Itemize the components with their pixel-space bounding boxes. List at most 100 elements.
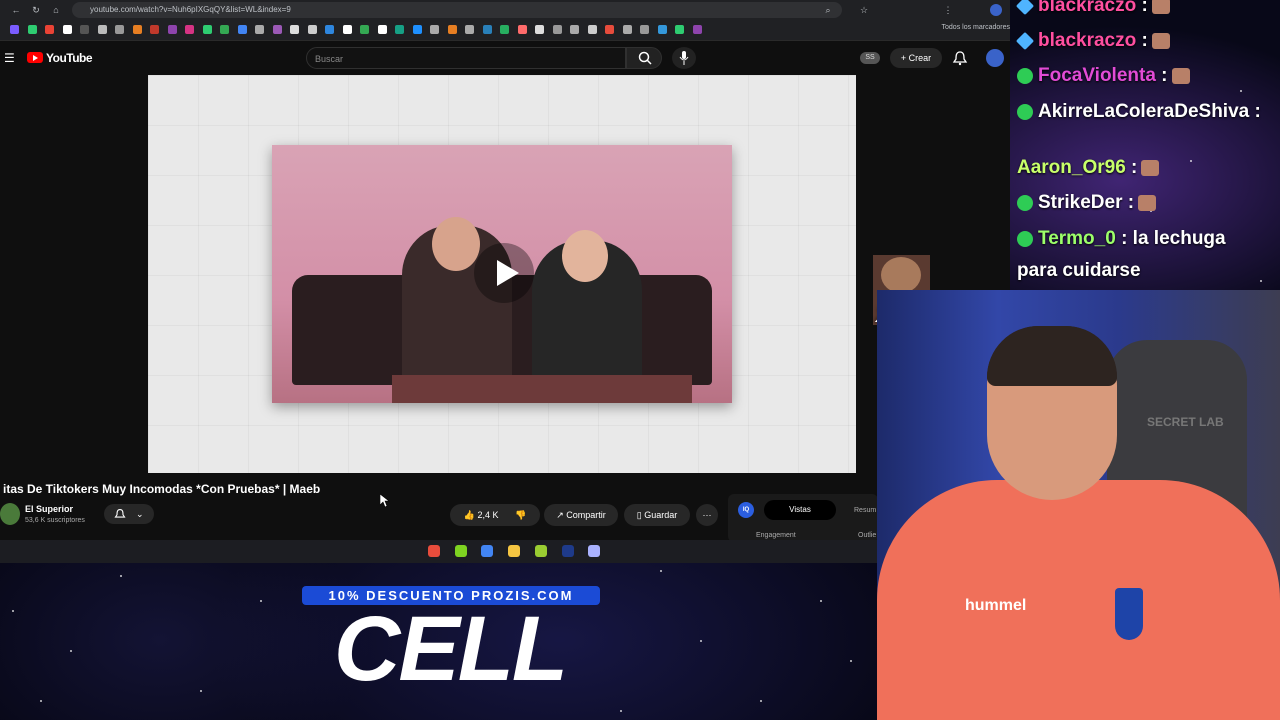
bookmark-favicon-icon[interactable] bbox=[482, 25, 492, 34]
chat-message: Aaron_Or96 : bbox=[1017, 157, 1160, 179]
taskbar-app-icon[interactable] bbox=[481, 545, 494, 557]
bookmark-favicon-icon[interactable] bbox=[220, 25, 229, 34]
taskbar-app-icon[interactable] bbox=[588, 545, 601, 557]
bookmark-favicon-icon[interactable] bbox=[132, 25, 142, 34]
search-button[interactable] bbox=[626, 47, 662, 69]
shirt-brand: hummel bbox=[965, 597, 1027, 614]
taskbar-app-icon[interactable] bbox=[428, 545, 440, 557]
taskbar-app-icon[interactable] bbox=[534, 545, 547, 557]
chat-emote-icon bbox=[1151, 0, 1170, 14]
bookmark-favicon-icon[interactable] bbox=[465, 25, 474, 34]
tab-resumen[interactable]: Resum bbox=[854, 507, 876, 514]
bookmark-favicon-icon[interactable] bbox=[447, 25, 457, 34]
bookmark-favicon-icon[interactable] bbox=[570, 25, 579, 34]
bookmark-favicon-icon[interactable] bbox=[202, 25, 212, 34]
star bbox=[40, 700, 42, 702]
bookmark-favicon-icon[interactable] bbox=[500, 25, 509, 34]
bookmark-star-icon[interactable]: ☆ bbox=[858, 4, 870, 16]
save-label: Guardar bbox=[644, 510, 678, 520]
chat-text: la lechuga bbox=[1127, 228, 1226, 249]
bookmark-favicon-icon[interactable] bbox=[657, 25, 667, 34]
video-title: itas De Tiktokers Muy Incomodas *Con Pru… bbox=[3, 482, 321, 496]
subscription-bell-button[interactable]: ⌄ bbox=[104, 504, 154, 524]
more-actions-button[interactable]: ··· bbox=[696, 504, 718, 526]
bookmark-favicon-icon[interactable] bbox=[605, 25, 614, 34]
channel-name[interactable]: El Superior bbox=[25, 504, 73, 514]
bookmark-favicon-icon[interactable] bbox=[587, 25, 597, 34]
like-button[interactable]: 👍 2,4 K 👎 bbox=[450, 504, 540, 526]
address-bar[interactable]: youtube.com/watch?v=Nuh6pIXGqQY&list=WL&… bbox=[72, 2, 842, 18]
save-button[interactable]: ▯ Guardar bbox=[624, 504, 690, 526]
thumbs-down-icon[interactable]: 👎 bbox=[515, 510, 526, 520]
bookmark-favicon-icon[interactable] bbox=[675, 25, 684, 34]
reload-icon[interactable]: ↻ bbox=[30, 4, 42, 16]
user-avatar[interactable] bbox=[986, 49, 1004, 67]
youtube-logo-icon[interactable] bbox=[27, 52, 43, 63]
chat-username: StrikeDer bbox=[1038, 192, 1123, 213]
bookmark-favicon-icon[interactable] bbox=[272, 25, 282, 34]
bookmark-favicon-icon[interactable] bbox=[430, 25, 439, 34]
chat-message: StrikeDer : bbox=[1017, 192, 1157, 214]
tab-vistas[interactable]: Vistas bbox=[764, 500, 836, 520]
video-player[interactable] bbox=[148, 75, 856, 473]
extensions-icon[interactable]: ⋮ bbox=[942, 4, 954, 16]
bookmark-favicon-icon[interactable] bbox=[412, 25, 422, 34]
chat-message: blackraczo : bbox=[1015, 30, 1170, 52]
browser-toolbar: ← ↻ ⌂ youtube.com/watch?v=Nuh6pIXGqQY&li… bbox=[0, 0, 1010, 20]
bookmark-favicon-icon[interactable] bbox=[377, 25, 387, 34]
bookmark-favicon-icon[interactable] bbox=[237, 25, 247, 34]
star bbox=[760, 700, 762, 702]
home-icon[interactable]: ⌂ bbox=[50, 4, 62, 16]
youtube-header: ☰ YouTube Buscar SS + Crear bbox=[0, 41, 1010, 75]
bookmark-favicon-icon[interactable] bbox=[255, 25, 264, 34]
bookmark-favicon-icon[interactable] bbox=[115, 25, 124, 34]
video-thumbnail[interactable] bbox=[272, 145, 732, 403]
bookmark-favicon-icon[interactable] bbox=[395, 25, 404, 34]
bookmark-favicon-icon[interactable] bbox=[290, 25, 299, 34]
bookmark-favicon-icon[interactable] bbox=[517, 25, 527, 34]
taskbar-app-icon[interactable] bbox=[508, 545, 521, 557]
bookmark-favicon-icon[interactable] bbox=[27, 25, 37, 34]
taskbar-app-icon[interactable] bbox=[561, 545, 574, 557]
share-icon: ↗ bbox=[556, 510, 567, 520]
menu-icon[interactable]: ☰ bbox=[4, 51, 15, 65]
all-bookmarks-link[interactable]: Todos los marcadores bbox=[942, 24, 1010, 31]
chat-separator: : bbox=[1115, 228, 1128, 249]
bookmark-favicon-icon[interactable] bbox=[552, 25, 562, 34]
bookmark-favicon-icon[interactable] bbox=[360, 25, 369, 34]
bookmark-favicon-icon[interactable] bbox=[185, 25, 194, 34]
bookmark-favicon-icon[interactable] bbox=[325, 25, 334, 34]
bell-icon bbox=[114, 508, 126, 518]
taskbar-app-icon[interactable] bbox=[454, 545, 467, 557]
bookmark-favicon-icon[interactable] bbox=[692, 25, 702, 34]
profile-icon[interactable] bbox=[990, 4, 1002, 16]
bookmark-favicon-icon[interactable] bbox=[10, 25, 19, 34]
notifications-bell-icon[interactable] bbox=[952, 50, 968, 66]
share-button[interactable]: ↗ Compartir bbox=[544, 504, 618, 526]
bookmark-favicon-icon[interactable] bbox=[62, 25, 72, 34]
bookmark-favicon-icon[interactable] bbox=[307, 25, 317, 34]
bookmark-favicon-icon[interactable] bbox=[167, 25, 177, 34]
voice-search-button[interactable] bbox=[672, 47, 696, 69]
bookmark-favicon-icon[interactable] bbox=[97, 25, 107, 34]
channel-avatar[interactable] bbox=[0, 503, 20, 525]
club-crest-icon bbox=[1115, 588, 1143, 640]
create-label: Crear bbox=[908, 53, 932, 63]
youtube-brand[interactable]: YouTube bbox=[46, 51, 93, 65]
back-icon[interactable]: ← bbox=[10, 4, 22, 16]
iq-logo-icon: IQ bbox=[738, 502, 754, 518]
bookmark-favicon-icon[interactable] bbox=[622, 25, 632, 34]
bookmark-favicon-icon[interactable] bbox=[535, 25, 544, 34]
bookmark-favicon-icon[interactable] bbox=[150, 25, 159, 34]
bookmark-favicon-icon[interactable] bbox=[342, 25, 352, 34]
bookmark-favicon-icon[interactable] bbox=[45, 25, 54, 34]
bookmark-favicon-icon[interactable] bbox=[640, 25, 649, 34]
search-input[interactable]: Buscar bbox=[306, 47, 626, 69]
play-icon[interactable] bbox=[474, 243, 534, 303]
zoom-icon[interactable]: ⌕ bbox=[822, 4, 834, 16]
create-button[interactable]: + Crear bbox=[890, 48, 942, 68]
chat-separator: : bbox=[1136, 0, 1148, 16]
analytics-panel: IQ Vistas Resum Engagement Outlie bbox=[728, 494, 878, 542]
bookmark-favicon-icon[interactable] bbox=[80, 25, 89, 34]
share-label: Compartir bbox=[566, 510, 606, 520]
